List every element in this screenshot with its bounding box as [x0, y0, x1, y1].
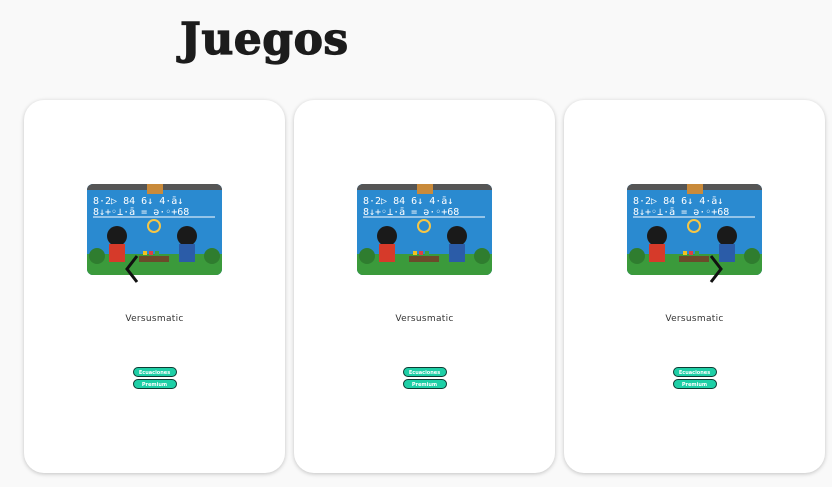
tag-badge: Ecuaciones — [132, 367, 177, 377]
game-name: Versusmatic — [665, 314, 724, 324]
tag-list: Ecuaciones Premium — [24, 367, 285, 389]
chevron-left-icon — [125, 255, 139, 283]
game-thumbnail[interactable]: 8·2▷ 84 6↓ 4·ā↓ 8↓+◦⊥·ā = ǝ·◦+68 — [87, 184, 222, 275]
game-name: Versusmatic — [395, 314, 454, 324]
tag-badge: Ecuaciones — [402, 367, 447, 377]
svg-text:8↓+◦⊥·ā = ǝ·◦+68: 8↓+◦⊥·ā = ǝ·◦+68 — [93, 207, 189, 218]
game-name: Versusmatic — [125, 314, 184, 324]
svg-text:8↓+◦⊥·ā = ǝ·◦+68: 8↓+◦⊥·ā = ǝ·◦+68 — [363, 207, 459, 218]
game-card[interactable]: 8·2▷ 84 6↓ 4·ā↓ 8↓+◦⊥·ā = ǝ·◦+68 Versusm… — [24, 100, 285, 473]
svg-text:8·2▷ 84 6↓ 4·ā↓: 8·2▷ 84 6↓ 4·ā↓ — [633, 196, 723, 207]
tag-badge: Premium — [402, 379, 447, 389]
svg-text:8·2▷ 84 6↓ 4·ā↓: 8·2▷ 84 6↓ 4·ā↓ — [363, 196, 453, 207]
tag-badge: Premium — [672, 379, 717, 389]
chevron-right-icon — [709, 255, 723, 283]
carousel-next-button[interactable] — [706, 252, 726, 286]
carousel-prev-button[interactable] — [122, 252, 142, 286]
svg-text:8↓+◦⊥·ā = ǝ·◦+68: 8↓+◦⊥·ā = ǝ·◦+68 — [633, 207, 729, 218]
svg-text:8·2▷ 84 6↓ 4·ā↓: 8·2▷ 84 6↓ 4·ā↓ — [93, 196, 183, 207]
game-card[interactable]: 8·2▷ 84 6↓ 4·ā↓ 8↓+◦⊥·ā = ǝ·◦+68 Versusm… — [564, 100, 825, 473]
tag-badge: Premium — [132, 379, 177, 389]
tag-badge: Ecuaciones — [672, 367, 717, 377]
page-title: Juegos — [179, 13, 349, 65]
game-thumbnail[interactable]: 8·2▷ 84 6↓ 4·ā↓ 8↓+◦⊥·ā = ǝ·◦+68 — [627, 184, 762, 275]
tag-list: Ecuaciones Premium — [294, 367, 555, 389]
game-thumbnail[interactable]: 8·2▷ 84 6↓ 4·ā↓ 8↓+◦⊥·ā = ǝ·◦+68 — [357, 184, 492, 275]
tag-list: Ecuaciones Premium — [564, 367, 825, 389]
game-card[interactable]: 8·2▷ 84 6↓ 4·ā↓ 8↓+◦⊥·ā = ǝ·◦+68 Versusm… — [294, 100, 555, 473]
